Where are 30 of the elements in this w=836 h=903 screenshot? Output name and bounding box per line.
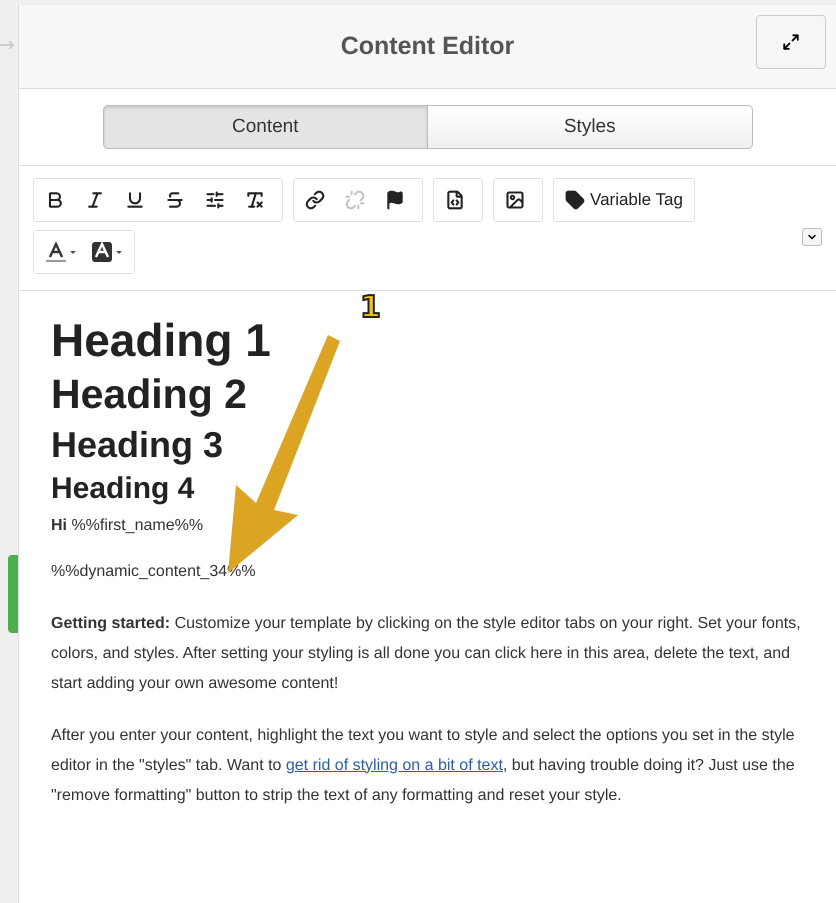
clear-format-icon [245, 190, 265, 210]
highlight-a-icon [91, 241, 123, 263]
tag-button[interactable]: Variable Tag [558, 180, 690, 220]
code-file-icon [445, 190, 465, 210]
step-number: 1 [360, 290, 381, 325]
link-icon [305, 190, 325, 210]
heading-text: Heading 2 [51, 370, 248, 420]
underline-icon [125, 190, 145, 210]
arrow-icon [0, 40, 16, 50]
strikethrough-icon [165, 190, 185, 210]
paragraph: After you enter your content, highlight the text you want to style and select the options you set in the style editor in the "styles" tab. Want to get rid of styling on a bit of text, but having trouble doing it? Just use the "remove formatting" button to strip the text of any formatting and reset your style. [51, 726, 796, 806]
panel-title: Content Editor [340, 32, 514, 61]
lines-icon [205, 190, 225, 210]
expand-icon [782, 33, 800, 51]
heading-text: Heading 4 [51, 470, 196, 507]
italic-icon [85, 190, 105, 210]
heading-text: Heading 3 [51, 423, 224, 467]
paragraph: Getting started: Customize your template by clicking on the style editor tabs on your right. Set your fonts, colors, and styles. After setting your styling is all done you can click here in this area, delete the text, and start adding your own awesome content! [51, 614, 802, 694]
link[interactable]: get rid of styling on a bit of text [286, 756, 503, 774]
dropdown-button[interactable] [802, 228, 822, 246]
tab[interactable]: Styles [428, 105, 752, 149]
tag-icon [565, 190, 585, 210]
flag-icon [385, 190, 405, 210]
greeting-text: Hi %%first_name%% [51, 516, 204, 535]
tab[interactable]: Content [102, 105, 428, 149]
underlined-a-icon [45, 241, 77, 263]
heading-text: Heading 1 [51, 313, 272, 368]
unlink-icon [345, 190, 365, 210]
image-icon [505, 190, 525, 210]
placeholder-text: %%dynamic_content_34%% [51, 562, 257, 581]
